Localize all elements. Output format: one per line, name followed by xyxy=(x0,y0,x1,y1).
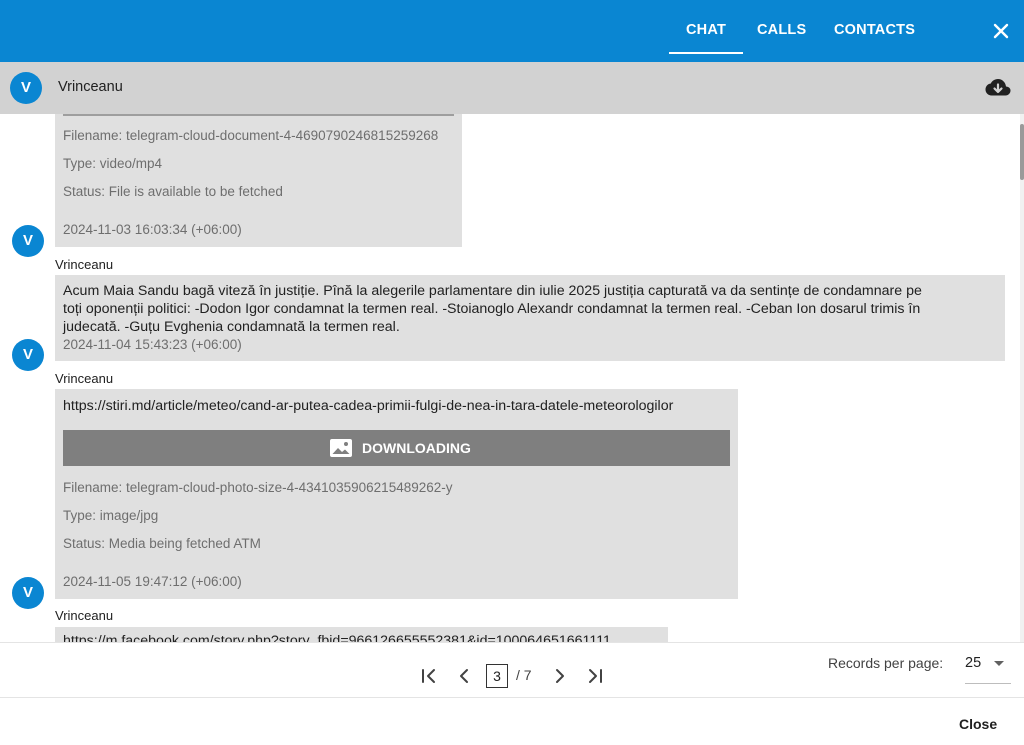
media-divider xyxy=(63,114,454,116)
tab-contacts[interactable]: CONTACTS xyxy=(834,0,915,62)
chevron-left-icon xyxy=(460,669,468,683)
records-per-page-select[interactable]: 25 xyxy=(965,652,1011,684)
current-page-input[interactable]: 3 xyxy=(486,664,508,688)
prev-page-button[interactable] xyxy=(452,664,476,688)
records-per-page-label: Records per page: xyxy=(828,655,944,671)
message-text: Acum Maia Sandu bagă viteză în justiție.… xyxy=(63,282,998,336)
download-label: DOWNLOADING xyxy=(362,440,471,456)
chevron-right-icon xyxy=(556,669,564,683)
message-timestamp: 2024-11-05 19:47:12 (+06:00) xyxy=(63,574,242,589)
next-page-button[interactable] xyxy=(548,664,572,688)
last-page-icon xyxy=(589,669,602,683)
message-sender: Vrinceanu xyxy=(55,608,114,623)
last-page-button[interactable] xyxy=(583,664,607,688)
message-link[interactable]: https://stiri.md/article/meteo/cand-ar-p… xyxy=(63,397,673,415)
message-sender: Vrinceanu xyxy=(55,257,114,272)
scroll-thumb[interactable] xyxy=(1020,124,1024,180)
divider xyxy=(0,642,1024,643)
records-per-page-value: 25 xyxy=(965,655,982,671)
message-text-line: toți oponenții politici: -Dodon Igor con… xyxy=(63,301,921,317)
tab-chat[interactable]: CHAT xyxy=(669,0,743,62)
message-type: Type: image/jpg xyxy=(63,508,159,523)
scrollbar[interactable] xyxy=(1020,114,1024,642)
message-status: Status: File is available to be fetched xyxy=(63,184,283,199)
message-status: Status: Media being fetched ATM xyxy=(63,536,261,551)
first-page-button[interactable] xyxy=(417,664,441,688)
chat-header: V Vrinceanu xyxy=(0,62,1024,114)
download-button[interactable]: DOWNLOADING xyxy=(63,430,730,466)
message-text-line: judecată. -Guțu Evghenia condamnată la t… xyxy=(63,319,400,335)
avatar: V xyxy=(12,225,44,257)
message-text-line: Acum Maia Sandu bagă viteză în justiție.… xyxy=(63,283,922,299)
cloud-download-icon[interactable] xyxy=(984,76,1012,100)
message-link[interactable]: https://m.facebook.com/story.php?story_f… xyxy=(63,632,611,642)
top-bar: CHAT CALLS CONTACTS xyxy=(0,0,1024,62)
first-page-icon xyxy=(422,669,435,683)
divider xyxy=(0,697,1024,698)
message-timestamp: 2024-11-03 16:03:34 (+06:00) xyxy=(63,222,242,237)
avatar: V xyxy=(10,72,42,104)
page-total: / 7 xyxy=(516,667,532,683)
message-sender: Vrinceanu xyxy=(55,371,114,386)
dropdown-arrow-icon xyxy=(994,661,1004,666)
close-button[interactable]: Close xyxy=(959,716,997,732)
avatar: V xyxy=(12,577,44,609)
message-timestamp: 2024-11-04 15:43:23 (+06:00) xyxy=(63,337,242,352)
message-filename: Filename: telegram-cloud-document-4-4690… xyxy=(63,128,439,143)
close-icon[interactable] xyxy=(984,14,1018,48)
message-filename: Filename: telegram-cloud-photo-size-4-43… xyxy=(63,480,453,495)
avatar: V xyxy=(12,339,44,371)
message-type: Type: video/mp4 xyxy=(63,156,163,171)
contact-name: Vrinceanu xyxy=(58,79,123,95)
message-list[interactable]: Filename: telegram-cloud-document-4-4690… xyxy=(0,114,1020,642)
tab-calls[interactable]: CALLS xyxy=(757,0,806,62)
image-icon xyxy=(330,439,352,457)
